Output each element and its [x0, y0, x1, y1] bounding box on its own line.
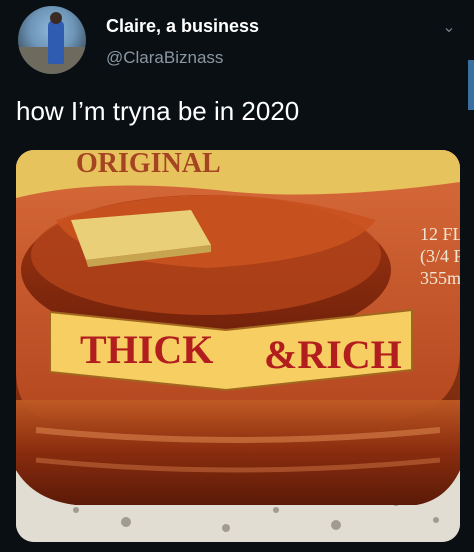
size-text-1: 12 FL	[420, 224, 460, 244]
avatar-head	[50, 12, 62, 24]
label-rich: &RICH	[264, 332, 402, 377]
syrup-bottle-photo: ORIGINAL 12 FL (3/4 P 355mL THICK &RICH	[16, 150, 460, 542]
syrup-liquid	[16, 400, 460, 505]
tweet-text: how I’m tryna be in 2020	[16, 96, 300, 126]
avatar-person	[48, 20, 64, 64]
chevron-down-icon[interactable]: ⌄	[438, 16, 460, 38]
label-thick: THICK	[80, 327, 213, 372]
label-top-text: ORIGINAL	[76, 150, 221, 179]
avatar[interactable]	[18, 6, 86, 74]
tweet-header: Claire, a business @ClaraBiznass ⌄	[0, 0, 474, 90]
scrollbar-indicator	[468, 60, 474, 110]
user-handle[interactable]: @ClaraBiznass	[106, 48, 223, 68]
tweet-media-image[interactable]: ORIGINAL 12 FL (3/4 P 355mL THICK &RICH	[16, 150, 460, 542]
display-name[interactable]: Claire, a business	[106, 16, 259, 37]
size-text-2: (3/4 P	[420, 246, 460, 267]
size-text-3: 355mL	[420, 268, 460, 288]
